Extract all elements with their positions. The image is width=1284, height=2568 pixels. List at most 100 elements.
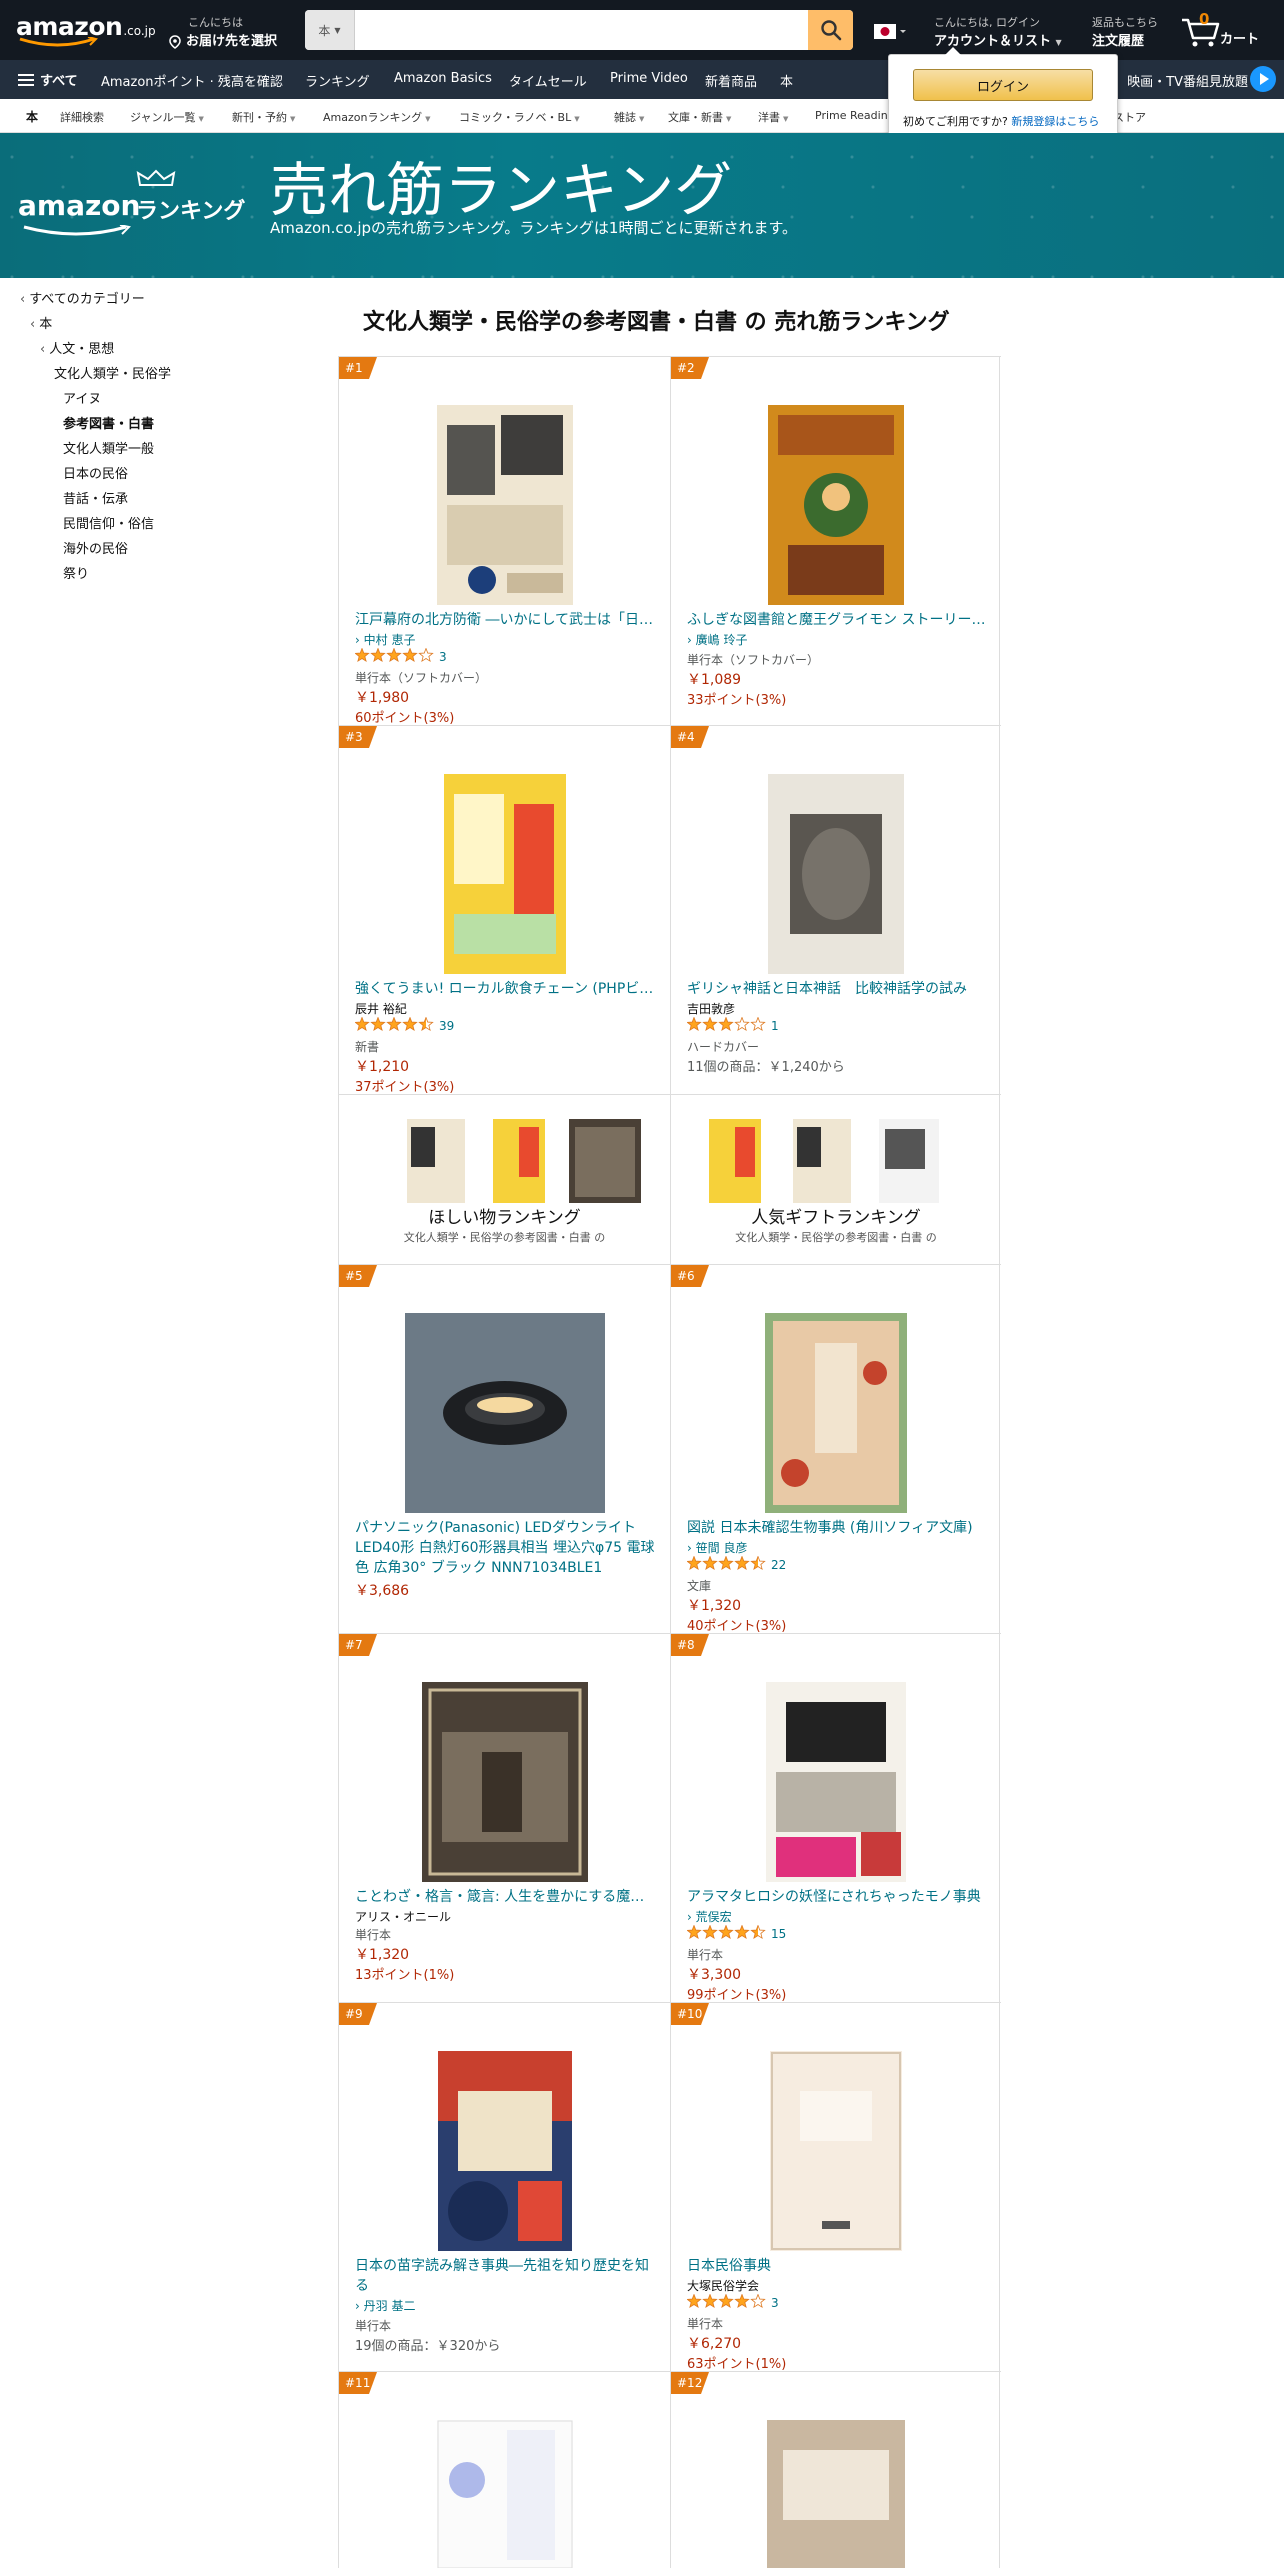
nav-item-basics[interactable]: Amazon Basics <box>394 71 492 86</box>
product-title[interactable]: ことわざ・格言・箴言: 人生を豊かにする魔… <box>355 1887 655 1907</box>
sidebar-item-foreign-folklore[interactable]: 海外の民俗 <box>63 538 128 557</box>
sidebar-item-ainu[interactable]: アイヌ <box>63 388 101 407</box>
product-title[interactable]: ふしぎな図書館と魔王グライモン ストーリー… <box>687 610 987 630</box>
product-rating[interactable]: 1 <box>686 1015 779 1034</box>
sidebar-item-humanities[interactable]: ‹ 人文・思想 <box>40 338 114 357</box>
product-author[interactable]: › 廣嶋 玲子 <box>687 631 747 648</box>
nav-item-points[interactable]: Amazonポイント · 残高を確認 <box>101 71 283 90</box>
product-author[interactable]: 大塚民俗学会 <box>687 2277 759 2294</box>
nav-item-prime-video[interactable]: Prime Video <box>610 71 688 86</box>
nav-item-books[interactable]: 本 <box>780 71 793 90</box>
product-rating[interactable]: 3 <box>354 646 447 665</box>
product-image[interactable] <box>768 405 904 605</box>
product-image[interactable] <box>767 2420 905 2568</box>
product-image[interactable] <box>768 774 904 974</box>
sidebar-item-folktales[interactable]: 昔話・伝承 <box>63 488 128 507</box>
product-rating[interactable]: 22 <box>686 1554 786 1573</box>
product-image[interactable] <box>436 405 573 605</box>
product-image[interactable] <box>436 2420 573 2568</box>
subnav-advanced-search[interactable]: 詳細検索 <box>60 109 104 125</box>
subnav-prime-reading[interactable]: Prime Reading <box>815 109 895 122</box>
product-card-4[interactable]: #4 ギリシャ神話と日本神話 比較神話学の試み 吉田敦彦 1 ハードカバー 11… <box>670 725 1001 1094</box>
product-title[interactable]: 日本の苗字読み解き事典―先祖を知り歴史を知る <box>355 2256 655 2296</box>
nav-item-ranking[interactable]: ランキング <box>305 71 370 90</box>
star-icon <box>734 2292 750 2308</box>
subnav-books[interactable]: 本 <box>26 108 38 125</box>
product-title[interactable]: 日本民俗事典 <box>687 2256 987 2276</box>
product-image[interactable] <box>437 2051 572 2251</box>
product-title[interactable]: アラマタヒロシの妖怪にされちゃったモノ事典 <box>687 1887 987 1907</box>
nav-item-prime-promo[interactable]: 映画・TV番組見放題 <box>1127 71 1248 90</box>
sidebar-item-japanese-folklore[interactable]: 日本の民俗 <box>63 463 128 482</box>
subnav-genres[interactable]: ジャンル一覧 ▼ <box>130 109 204 125</box>
product-author[interactable]: アリス・オニール <box>355 1908 451 1925</box>
subnav-amazon-ranking[interactable]: Amazonランキング ▼ <box>323 109 431 125</box>
signup-link[interactable]: 新規登録はこちら <box>1011 115 1099 128</box>
product-title[interactable]: パナソニック(Panasonic) LEDダウンライト LED40形 白熱灯60… <box>355 1518 655 1578</box>
product-price: ￥6,270 <box>687 2336 742 2352</box>
nav-item-new[interactable]: 新着商品 <box>705 71 757 90</box>
product-card-3[interactable]: #3 強くてうまい! ローカル飲食チェーン (PHPビ… 辰井 裕紀 39 新書… <box>339 725 670 1095</box>
language-selector[interactable] <box>872 22 908 42</box>
product-image[interactable] <box>421 1682 588 1882</box>
rank-badge: #5 <box>339 1265 377 1287</box>
cart-button[interactable]: 0 カート <box>1180 10 1280 50</box>
rank-badge: #7 <box>339 1634 377 1656</box>
product-card-5[interactable]: #5 パナソニック(Panasonic) LEDダウンライト LED40形 白熱… <box>339 1264 670 1633</box>
product-image[interactable] <box>443 774 566 974</box>
deliver-to[interactable]: こんにちは お届け先を選択 <box>168 14 277 49</box>
product-rating[interactable]: 3 <box>686 2292 779 2311</box>
subnav-magazines[interactable]: 雑誌 ▼ <box>614 109 644 125</box>
subnav-new-releases[interactable]: 新刊・予約 ▼ <box>232 109 295 125</box>
product-image[interactable] <box>766 1682 906 1882</box>
product-author[interactable]: › 荒俣宏 <box>687 1908 732 1925</box>
product-author[interactable]: › 笹間 良彦 <box>687 1539 747 1556</box>
sidebar-item-folk-beliefs[interactable]: 民間信仰・俗信 <box>63 513 154 532</box>
subnav-bunko[interactable]: 文庫・新書 ▼ <box>668 109 731 125</box>
product-card-12[interactable]: #12 <box>670 2371 1001 2568</box>
other-offers[interactable]: 11個の商品：￥1,240から <box>687 1056 845 1075</box>
search-input[interactable] <box>355 10 808 50</box>
product-card-10[interactable]: #10 日本民俗事典 大塚民俗学会 3 単行本 ￥6,270 63ポイント(1%… <box>670 2002 1001 2372</box>
play-icon[interactable] <box>1250 66 1276 92</box>
amazon-logo[interactable]: amazon.co.jp <box>16 12 156 48</box>
product-image[interactable] <box>765 1313 907 1513</box>
sidebar-item-anthropology[interactable]: 文化人類学・民俗学 <box>54 363 171 382</box>
product-author[interactable]: 辰井 裕紀 <box>355 1000 407 1017</box>
gift-ranking-promo[interactable]: 人気ギフトランキング 文化人類学・民俗学の参考図書・白書 の <box>670 1094 1001 1264</box>
orders-link[interactable]: 返品もこちら 注文履歴 <box>1092 14 1158 49</box>
product-card-11[interactable]: #11 <box>339 2371 670 2568</box>
nav-item-timesale[interactable]: タイムセール <box>509 71 587 90</box>
account-menu[interactable]: こんにちは, ログイン アカウント＆リスト ▼ <box>934 14 1062 49</box>
subnav-foreign[interactable]: 洋書 ▼ <box>758 109 788 125</box>
wishlist-ranking-promo[interactable]: ほしい物ランキング 文化人類学・民俗学の参考図書・白書 の <box>339 1094 670 1264</box>
subnav-comics[interactable]: コミック・ラノベ・BL ▼ <box>459 109 580 125</box>
product-title[interactable]: ギリシャ神話と日本神話 比較神話学の試み <box>687 979 987 999</box>
product-card-2[interactable]: #2 ふしぎな図書館と魔王グライモン ストーリー… › 廣嶋 玲子 単行本（ソフ… <box>670 356 1001 725</box>
product-image[interactable] <box>770 2051 902 2251</box>
sidebar-item-general[interactable]: 文化人類学一般 <box>63 438 154 457</box>
search-category-select[interactable]: 本 ▼ <box>305 10 355 50</box>
product-card-7[interactable]: #7 ことわざ・格言・箴言: 人生を豊かにする魔… アリス・オニール 単行本 ￥… <box>339 1633 670 2002</box>
sidebar-item-all-categories[interactable]: ‹ すべてのカテゴリー <box>20 288 145 307</box>
product-card-8[interactable]: #8 アラマタヒロシの妖怪にされちゃったモノ事典 › 荒俣宏 15 単行本 ￥3… <box>670 1633 1001 2003</box>
product-author[interactable]: › 中村 恵子 <box>355 631 415 648</box>
product-card-6[interactable]: #6 図説 日本未確認生物事典 (角川ソフィア文庫) › 笹間 良彦 22 文庫… <box>670 1264 1001 1634</box>
product-image[interactable] <box>404 1313 605 1513</box>
product-title[interactable]: 強くてうまい! ローカル飲食チェーン (PHPビ… <box>355 979 655 999</box>
product-author[interactable]: › 丹羽 基二 <box>355 2297 415 2314</box>
product-rating[interactable]: 39 <box>354 1015 454 1034</box>
all-menu-button[interactable]: すべて <box>18 70 78 89</box>
login-button[interactable]: ログイン <box>913 69 1093 101</box>
product-card-9[interactable]: #9 日本の苗字読み解き事典―先祖を知り歴史を知る › 丹羽 基二 単行本 19… <box>339 2002 670 2371</box>
other-offers[interactable]: 19個の商品：￥320から <box>355 2335 500 2354</box>
sidebar-item-books[interactable]: ‹ 本 <box>30 313 52 332</box>
orders-returns: 返品もこちら <box>1092 16 1158 29</box>
product-title[interactable]: 江戸幕府の北方防衛 ―いかにして武士は「日… <box>355 610 655 630</box>
search-button[interactable] <box>808 10 853 50</box>
product-author[interactable]: 吉田敦彦 <box>687 1000 735 1017</box>
sidebar-item-festivals[interactable]: 祭り <box>63 563 89 582</box>
product-card-1[interactable]: #1 江戸幕府の北方防衛 ―いかにして武士は「日… › 中村 恵子 3 単行本（… <box>339 356 670 726</box>
product-title[interactable]: 図説 日本未確認生物事典 (角川ソフィア文庫) <box>687 1518 987 1538</box>
product-rating[interactable]: 15 <box>686 1923 786 1942</box>
